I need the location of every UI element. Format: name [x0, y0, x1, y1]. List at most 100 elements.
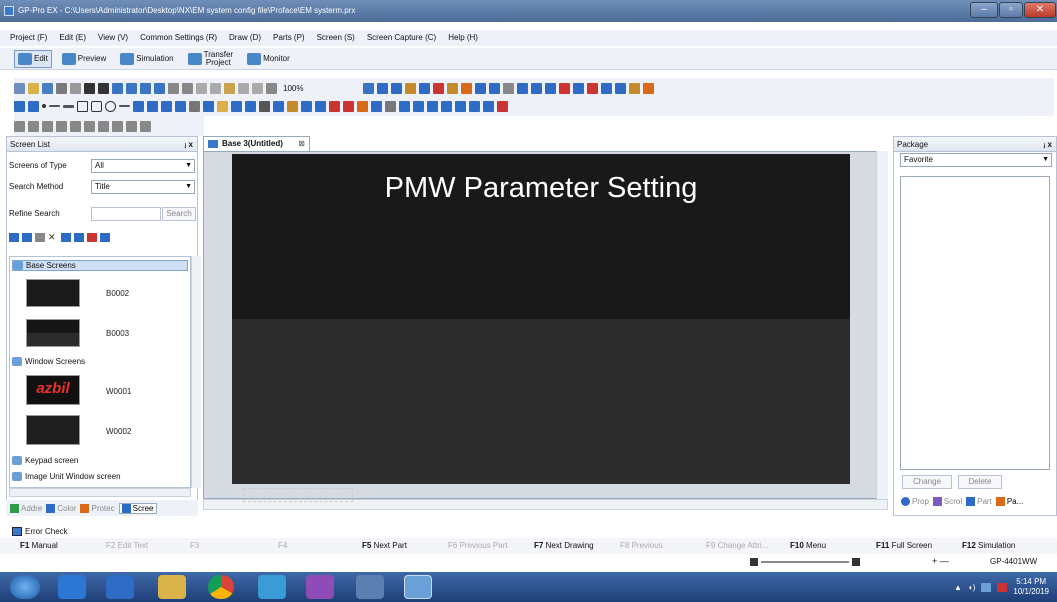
part-stop-icon[interactable]	[587, 82, 598, 94]
close-button[interactable]: ✕	[1024, 2, 1056, 18]
screen-id[interactable]: W0002	[106, 427, 131, 436]
print-icon[interactable]	[56, 82, 67, 94]
paste-icon[interactable]	[224, 82, 235, 94]
thumbnail-b0002[interactable]	[26, 279, 80, 307]
dot-icon[interactable]	[42, 104, 46, 108]
menu-help[interactable]: Help (H)	[442, 30, 484, 46]
file-explorer-icon[interactable]	[158, 575, 186, 599]
bulb-icon[interactable]	[217, 100, 228, 112]
line-icon[interactable]	[49, 105, 60, 107]
menu-parts[interactable]: Parts (P)	[267, 30, 311, 46]
tab-protect[interactable]: Protec	[80, 503, 115, 513]
screens-of-type-select[interactable]: All ▼	[91, 159, 195, 173]
gp-pro-taskbar-icon[interactable]	[404, 575, 432, 599]
memo-icon[interactable]	[455, 100, 466, 112]
part-file-icon[interactable]	[573, 82, 584, 94]
tab-color[interactable]: Color	[46, 503, 76, 513]
polygon-icon[interactable]	[91, 100, 102, 112]
edit-mode-button[interactable]: Edit	[14, 49, 52, 68]
preview-page-icon[interactable]	[70, 82, 81, 94]
menu-screen-capture[interactable]: Screen Capture (C)	[361, 30, 442, 46]
marker-icon[interactable]	[497, 100, 508, 112]
search-method-select[interactable]: Title ▼	[91, 180, 195, 194]
delete-icon[interactable]	[252, 82, 263, 94]
zoom-slider[interactable]	[750, 556, 860, 568]
delete-screen-icon[interactable]: ✕	[48, 233, 58, 242]
thumbnail-b0003[interactable]	[26, 319, 80, 347]
redo-icon[interactable]	[182, 82, 193, 94]
menu-draw[interactable]: Draw (D)	[223, 30, 267, 46]
part-pdf-icon[interactable]	[559, 82, 570, 94]
copy-icon[interactable]	[210, 82, 221, 94]
tile-icon[interactable]	[154, 82, 165, 94]
menu-screen[interactable]: Screen (S)	[311, 30, 361, 46]
tray-arrow-icon[interactable]: ▲	[954, 583, 962, 592]
part-graph-icon[interactable]	[447, 82, 458, 94]
part-video-icon[interactable]	[531, 82, 542, 94]
new-screen-icon[interactable]	[9, 233, 19, 242]
move-icon[interactable]	[329, 100, 340, 112]
tab-scroll[interactable]: Scrol	[932, 496, 962, 506]
part-alarm-icon[interactable]	[433, 82, 444, 94]
part-switch-icon[interactable]	[377, 82, 388, 94]
fkey-f7[interactable]: F7 Next Drawing	[534, 538, 594, 554]
tab-package[interactable]: Pa...	[995, 496, 1023, 506]
monitor-mode-button[interactable]: Monitor	[243, 50, 294, 68]
zoom-plus-minus[interactable]: + —	[932, 556, 949, 566]
part-data-icon[interactable]	[419, 82, 430, 94]
copy-screen-icon[interactable]	[35, 233, 45, 242]
rectangle-icon[interactable]	[77, 100, 88, 112]
text-icon[interactable]	[28, 100, 39, 112]
app-icon-2[interactable]	[306, 575, 334, 599]
internet-explorer-icon[interactable]	[58, 575, 86, 599]
zoom-level[interactable]: 100%	[280, 84, 360, 93]
save-icon[interactable]	[42, 82, 53, 94]
fkey-f6[interactable]: F6 Previous Part	[448, 538, 508, 554]
align-center-icon[interactable]	[28, 120, 39, 132]
grid-icon[interactable]	[189, 100, 200, 112]
part-window-icon[interactable]	[503, 82, 514, 94]
fkey-f11[interactable]: F11 Full Screen	[876, 538, 932, 554]
preview-mode-button[interactable]: Preview	[58, 50, 110, 68]
start-button-icon[interactable]	[10, 575, 40, 599]
panel-pin-close[interactable]: ⱼ x	[1044, 137, 1052, 152]
part-keypad-icon[interactable]	[405, 82, 416, 94]
category-keypad-screen[interactable]: Keypad screen	[12, 456, 78, 465]
part-picture-icon[interactable]	[517, 82, 528, 94]
clock[interactable]: 5:14 PM 10/1/2019	[1013, 577, 1049, 597]
export-icon[interactable]	[100, 233, 110, 242]
align-top-icon[interactable]	[56, 120, 67, 132]
cut-icon[interactable]	[196, 82, 207, 94]
screen-id[interactable]: B0003	[106, 329, 129, 338]
fkey-f9[interactable]: F9 Change Attri...	[706, 538, 768, 554]
open-screen-icon[interactable]	[22, 233, 32, 242]
flag-icon[interactable]	[643, 82, 654, 94]
panel-pin-close[interactable]: ⱼ x	[185, 137, 193, 152]
camera-icon[interactable]	[98, 82, 109, 94]
open-icon[interactable]	[28, 82, 39, 94]
app-icon-1[interactable]	[258, 575, 286, 599]
fkey-f8[interactable]: F8 Previous	[620, 538, 663, 554]
screen-list-horizontal-scrollbar[interactable]	[9, 488, 191, 497]
alarm-icon[interactable]	[231, 100, 242, 112]
window-icon[interactable]	[126, 82, 137, 94]
maximize-button[interactable]: ▫	[999, 2, 1023, 18]
table-icon[interactable]	[175, 100, 186, 112]
sound-icon[interactable]	[357, 100, 368, 112]
flip-icon[interactable]	[112, 120, 123, 132]
rotate-icon[interactable]	[98, 120, 109, 132]
calendar-icon[interactable]	[343, 100, 354, 112]
new-icon[interactable]	[14, 82, 25, 94]
app-icon-3[interactable]	[356, 575, 384, 599]
error-check-bar[interactable]: Error Check	[6, 524, 1057, 538]
align-left-icon[interactable]	[14, 120, 25, 132]
fkey-f12[interactable]: F12 Simulation	[962, 538, 1015, 554]
outlook-icon[interactable]	[106, 575, 134, 599]
close-tab-icon[interactable]: ⊠	[298, 137, 305, 151]
properties-icon[interactable]	[61, 233, 71, 242]
fkey-f2[interactable]: F2 Edit Text	[106, 538, 148, 554]
align-right-icon[interactable]	[42, 120, 53, 132]
minimize-button[interactable]: –	[970, 2, 998, 18]
arc-icon[interactable]	[119, 105, 130, 107]
flag-tray-icon[interactable]	[997, 582, 1008, 592]
